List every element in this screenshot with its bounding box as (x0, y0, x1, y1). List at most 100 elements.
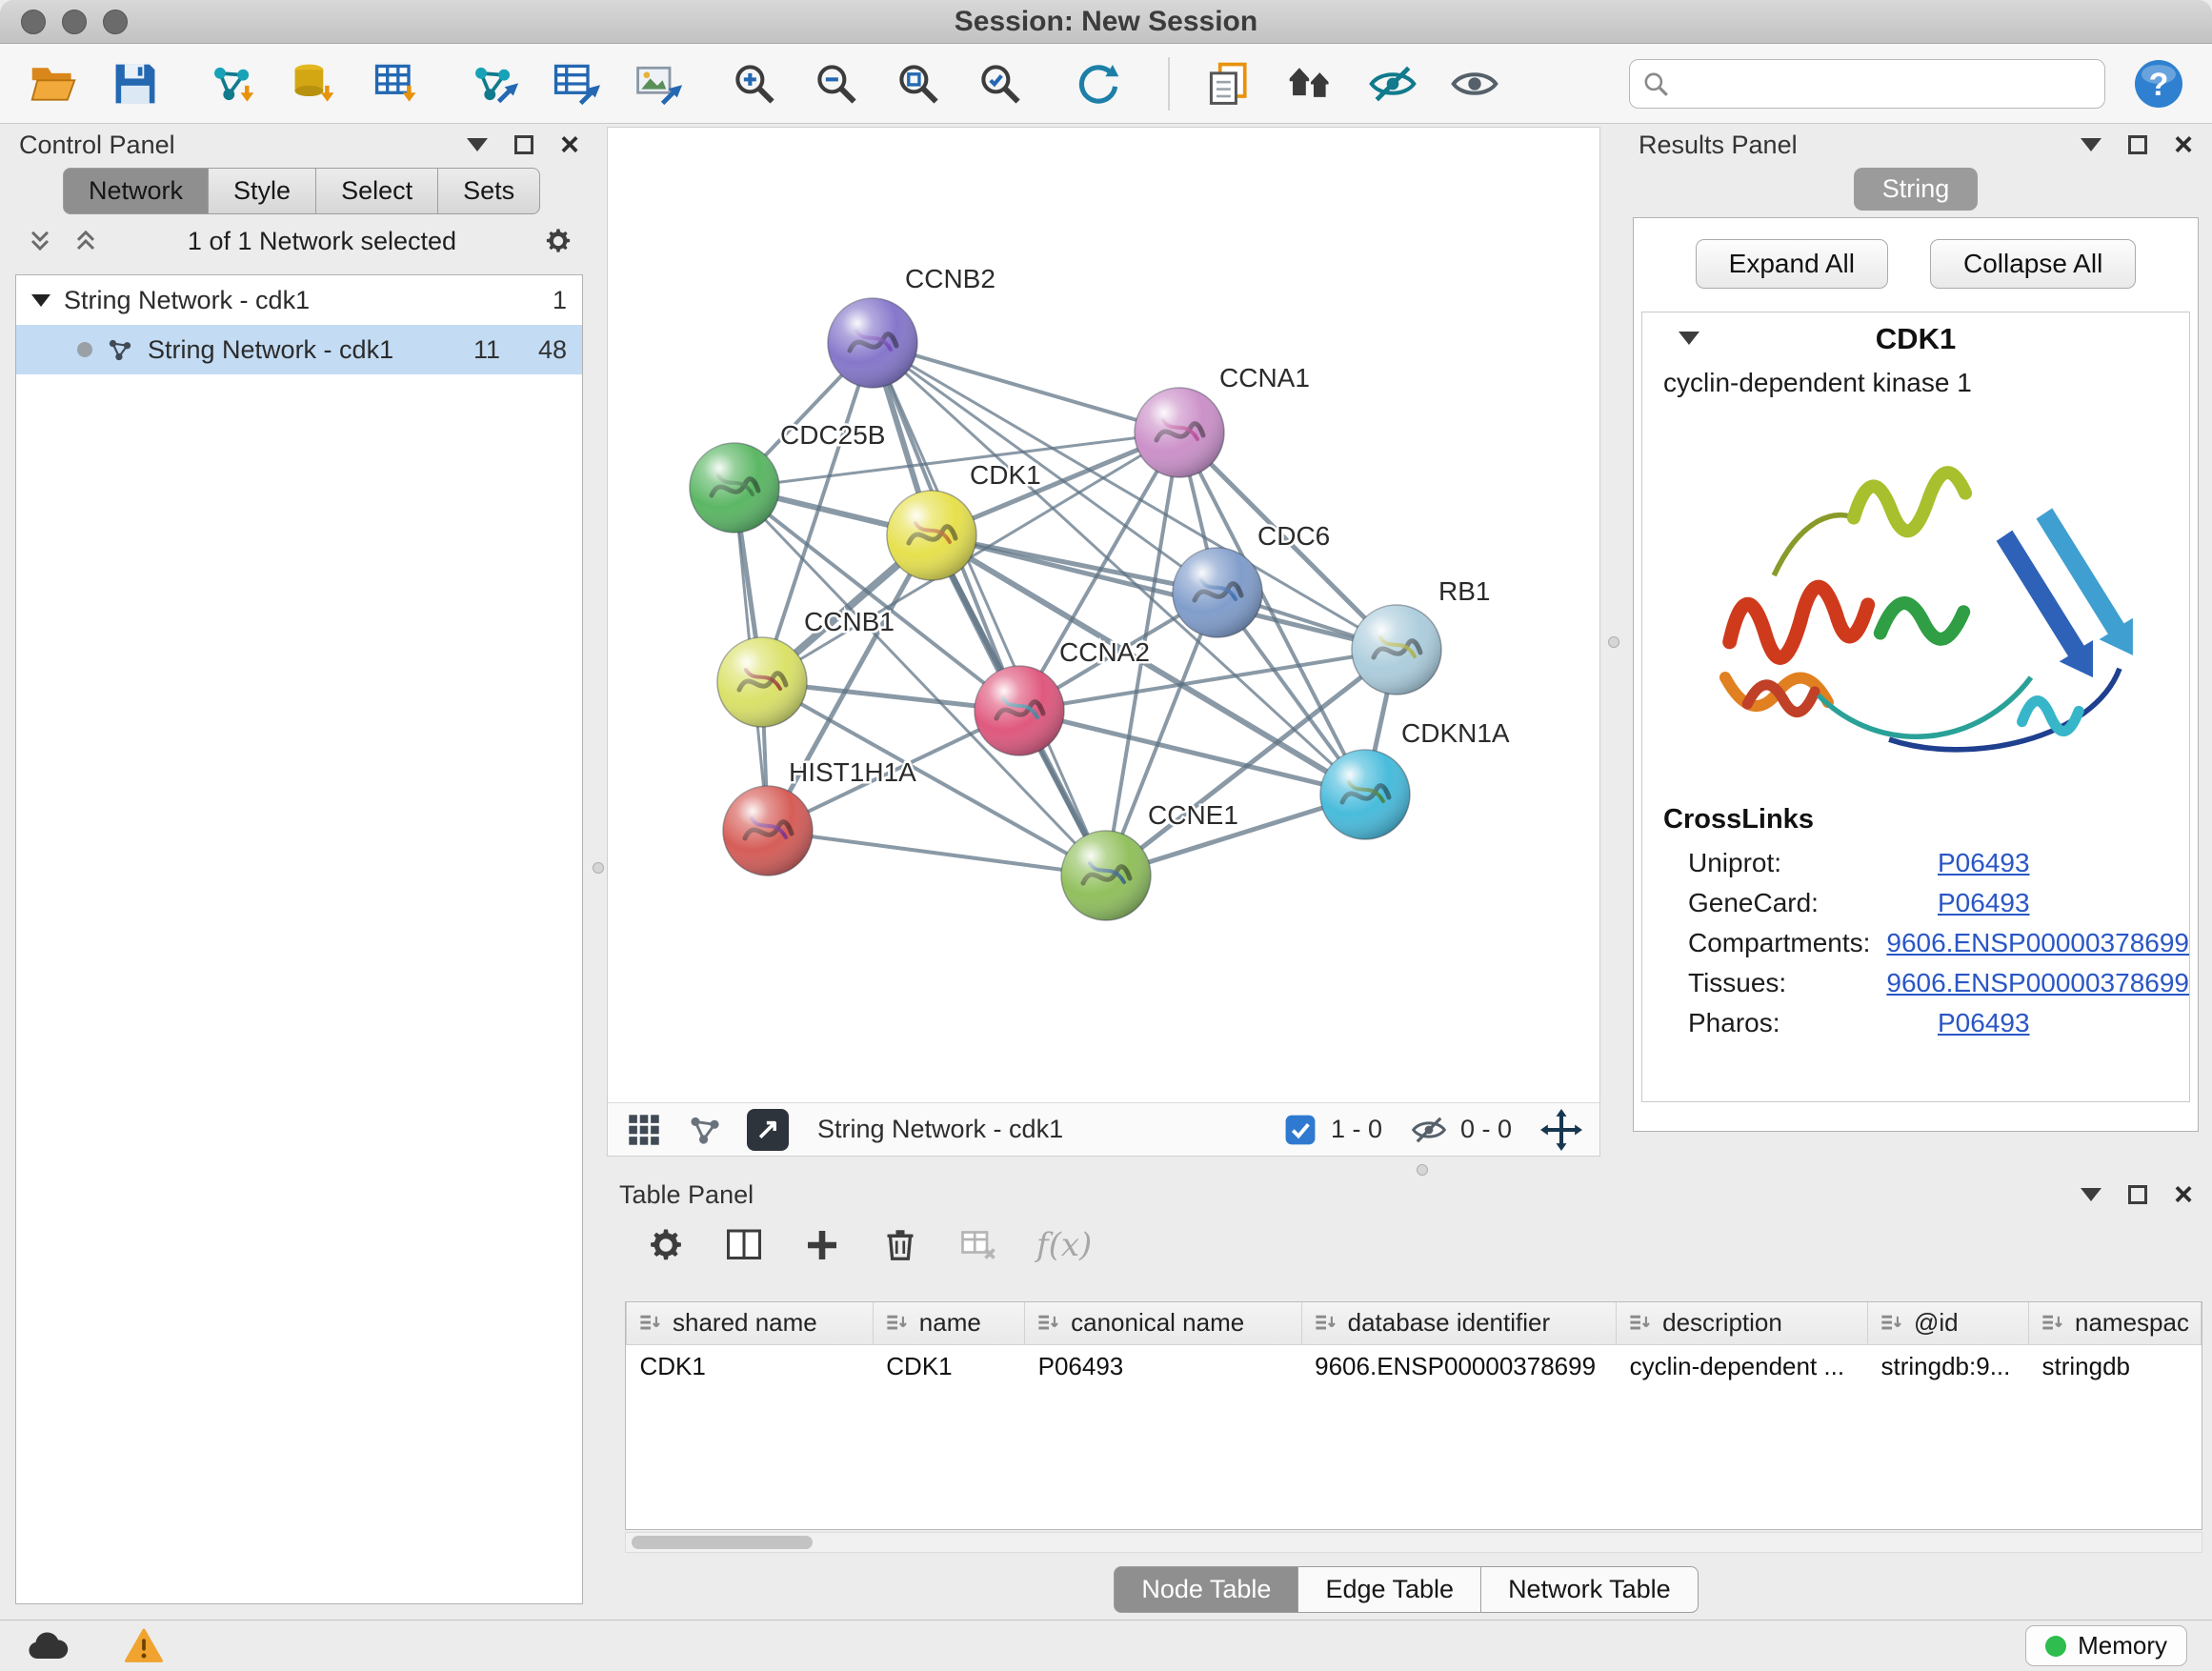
network-row[interactable]: String Network - cdk1 11 48 (16, 325, 582, 374)
column-header[interactable]: @id (1868, 1302, 2029, 1344)
export-network-button[interactable] (467, 55, 520, 112)
import-network-file-button[interactable] (206, 55, 259, 112)
import-table-button[interactable] (370, 55, 423, 112)
zoom-window-button[interactable] (103, 10, 128, 34)
selected-nodes-counter: 1 - 0 (1331, 1115, 1382, 1144)
tab-select[interactable]: Select (316, 168, 438, 214)
export-table-button[interactable] (549, 55, 602, 112)
network-edge[interactable] (873, 343, 1106, 876)
network-node-ccnb2[interactable]: CCNB2 (828, 264, 995, 388)
hide-selected-button[interactable] (1366, 55, 1419, 112)
tab-sets[interactable]: Sets (438, 168, 540, 214)
export-network-icon (469, 59, 518, 109)
network-snapshot-button[interactable] (1202, 55, 1256, 112)
search-field[interactable] (1629, 59, 2105, 109)
zoom-out-button[interactable] (810, 55, 863, 112)
node-label: CCNE1 (1148, 800, 1238, 830)
show-all-button[interactable] (1448, 55, 1501, 112)
network-overview-button[interactable] (1284, 55, 1337, 112)
vertical-splitter-grip[interactable] (593, 862, 604, 874)
crosslink-value-link[interactable]: 9606.ENSP00000378699 (1886, 928, 2189, 958)
cloud-status-button[interactable] (25, 1627, 69, 1665)
table-options-gear-icon[interactable] (646, 1225, 686, 1265)
table-float-panel-icon[interactable] (2128, 1185, 2147, 1204)
import-network-database-button[interactable] (288, 55, 341, 112)
table-panel-menu-icon[interactable] (2081, 1188, 2101, 1201)
table-horizontal-scrollbar[interactable] (625, 1532, 2202, 1553)
table-close-panel-icon[interactable]: × (2174, 1185, 2193, 1204)
float-panel-icon[interactable] (514, 135, 533, 154)
warnings-button[interactable] (122, 1627, 166, 1665)
horizontal-splitter-grip[interactable] (1417, 1164, 1428, 1176)
close-panel-icon[interactable]: × (560, 135, 579, 154)
tab-style[interactable]: Style (209, 168, 316, 214)
results-splitter-grip[interactable] (1608, 636, 1619, 648)
crosslink-value-link[interactable]: P06493 (1938, 888, 2030, 918)
show-columns-icon[interactable] (724, 1225, 764, 1265)
network-node-rb1[interactable]: RB1 (1352, 576, 1490, 695)
network-edge[interactable] (768, 831, 1106, 876)
column-header[interactable]: database identifier (1301, 1302, 1616, 1344)
network-node-cdkn1a[interactable]: CDKN1A (1320, 718, 1510, 839)
network-node-hist1h1a[interactable]: HIST1H1A (723, 757, 916, 876)
network-canvas[interactable]: CCNB2CCNA1CDC25BCDK1CDC6RB1CCNB1CCNA2CDK… (608, 128, 1599, 1102)
zoom-selected-button[interactable] (974, 55, 1027, 112)
network-collection-row[interactable]: String Network - cdk1 1 (16, 275, 582, 325)
expand-all-button[interactable]: Expand All (1696, 239, 1888, 289)
panel-menu-icon[interactable] (467, 138, 488, 151)
selected-checkbox-icon[interactable] (1283, 1113, 1317, 1147)
column-header[interactable]: shared name (627, 1302, 874, 1344)
save-session-button[interactable] (109, 55, 162, 112)
tab-network-table[interactable]: Network Table (1481, 1566, 1699, 1613)
open-session-button[interactable] (27, 55, 80, 112)
results-panel-menu-icon[interactable] (2081, 138, 2101, 151)
node-label: CDC6 (1257, 521, 1330, 551)
results-close-panel-icon[interactable]: × (2174, 135, 2193, 154)
column-sort-icon (1036, 1311, 1061, 1336)
pan-crosshair-icon[interactable] (1540, 1109, 1582, 1151)
tree-expand-icon[interactable] (31, 294, 50, 307)
tab-edge-table[interactable]: Edge Table (1298, 1566, 1481, 1613)
grid-layout-icon[interactable] (625, 1111, 663, 1149)
collapse-all-tree-icon[interactable] (70, 226, 101, 256)
detach-view-button[interactable]: ↗ (747, 1109, 789, 1151)
crosslink-value-link[interactable]: 9606.ENSP00000378699 (1886, 968, 2189, 998)
crosslink-value-link[interactable]: P06493 (1938, 848, 2030, 878)
close-window-button[interactable] (21, 10, 46, 34)
network-node-count: 11 (473, 335, 500, 365)
network-edge[interactable] (873, 343, 1179, 433)
zoom-fit-button[interactable] (892, 55, 945, 112)
tab-network[interactable]: Network (63, 168, 209, 214)
apply-style-refresh-button[interactable] (1071, 55, 1124, 112)
string-results-tab[interactable]: String (1854, 168, 1979, 211)
export-image-button[interactable] (631, 55, 684, 112)
column-header[interactable]: canonical name (1025, 1302, 1302, 1344)
results-float-panel-icon[interactable] (2128, 135, 2147, 154)
network-options-gear-icon[interactable] (543, 226, 573, 256)
memory-button[interactable]: Memory (2025, 1625, 2187, 1666)
expand-all-tree-icon[interactable] (25, 226, 55, 256)
zoom-in-button[interactable] (728, 55, 781, 112)
crosslink-value-link[interactable]: P06493 (1938, 1008, 2030, 1038)
add-column-icon[interactable] (802, 1225, 842, 1265)
search-input[interactable] (1679, 69, 2093, 98)
birdseye-view-icon[interactable] (686, 1111, 724, 1149)
import-network-icon (208, 59, 257, 109)
collapse-protein-icon[interactable] (1679, 332, 1699, 345)
tab-node-table[interactable]: Node Table (1114, 1566, 1298, 1613)
main-toolbar: ? (0, 44, 2212, 124)
help-button[interactable]: ? (2132, 57, 2185, 111)
column-header[interactable]: namespac (2028, 1302, 2201, 1344)
column-header[interactable]: description (1617, 1302, 1868, 1344)
column-header[interactable]: name (873, 1302, 1024, 1344)
table-row[interactable]: CDK1CDK1P064939606.ENSP00000378699cyclin… (627, 1344, 2202, 1388)
network-node-cdk1[interactable]: CDK1 (887, 460, 1041, 580)
hidden-eye-slash-icon[interactable] (1411, 1112, 1447, 1148)
collapse-all-button[interactable]: Collapse All (1930, 239, 2136, 289)
protein-description: cyclin-dependent kinase 1 (1642, 366, 2189, 398)
crosslink-label: GeneCard: (1688, 888, 1938, 918)
network-node-ccna1[interactable]: CCNA1 (1135, 363, 1310, 477)
minimize-window-button[interactable] (62, 10, 87, 34)
scrollbar-thumb[interactable] (632, 1536, 813, 1549)
delete-column-icon[interactable] (880, 1225, 920, 1265)
